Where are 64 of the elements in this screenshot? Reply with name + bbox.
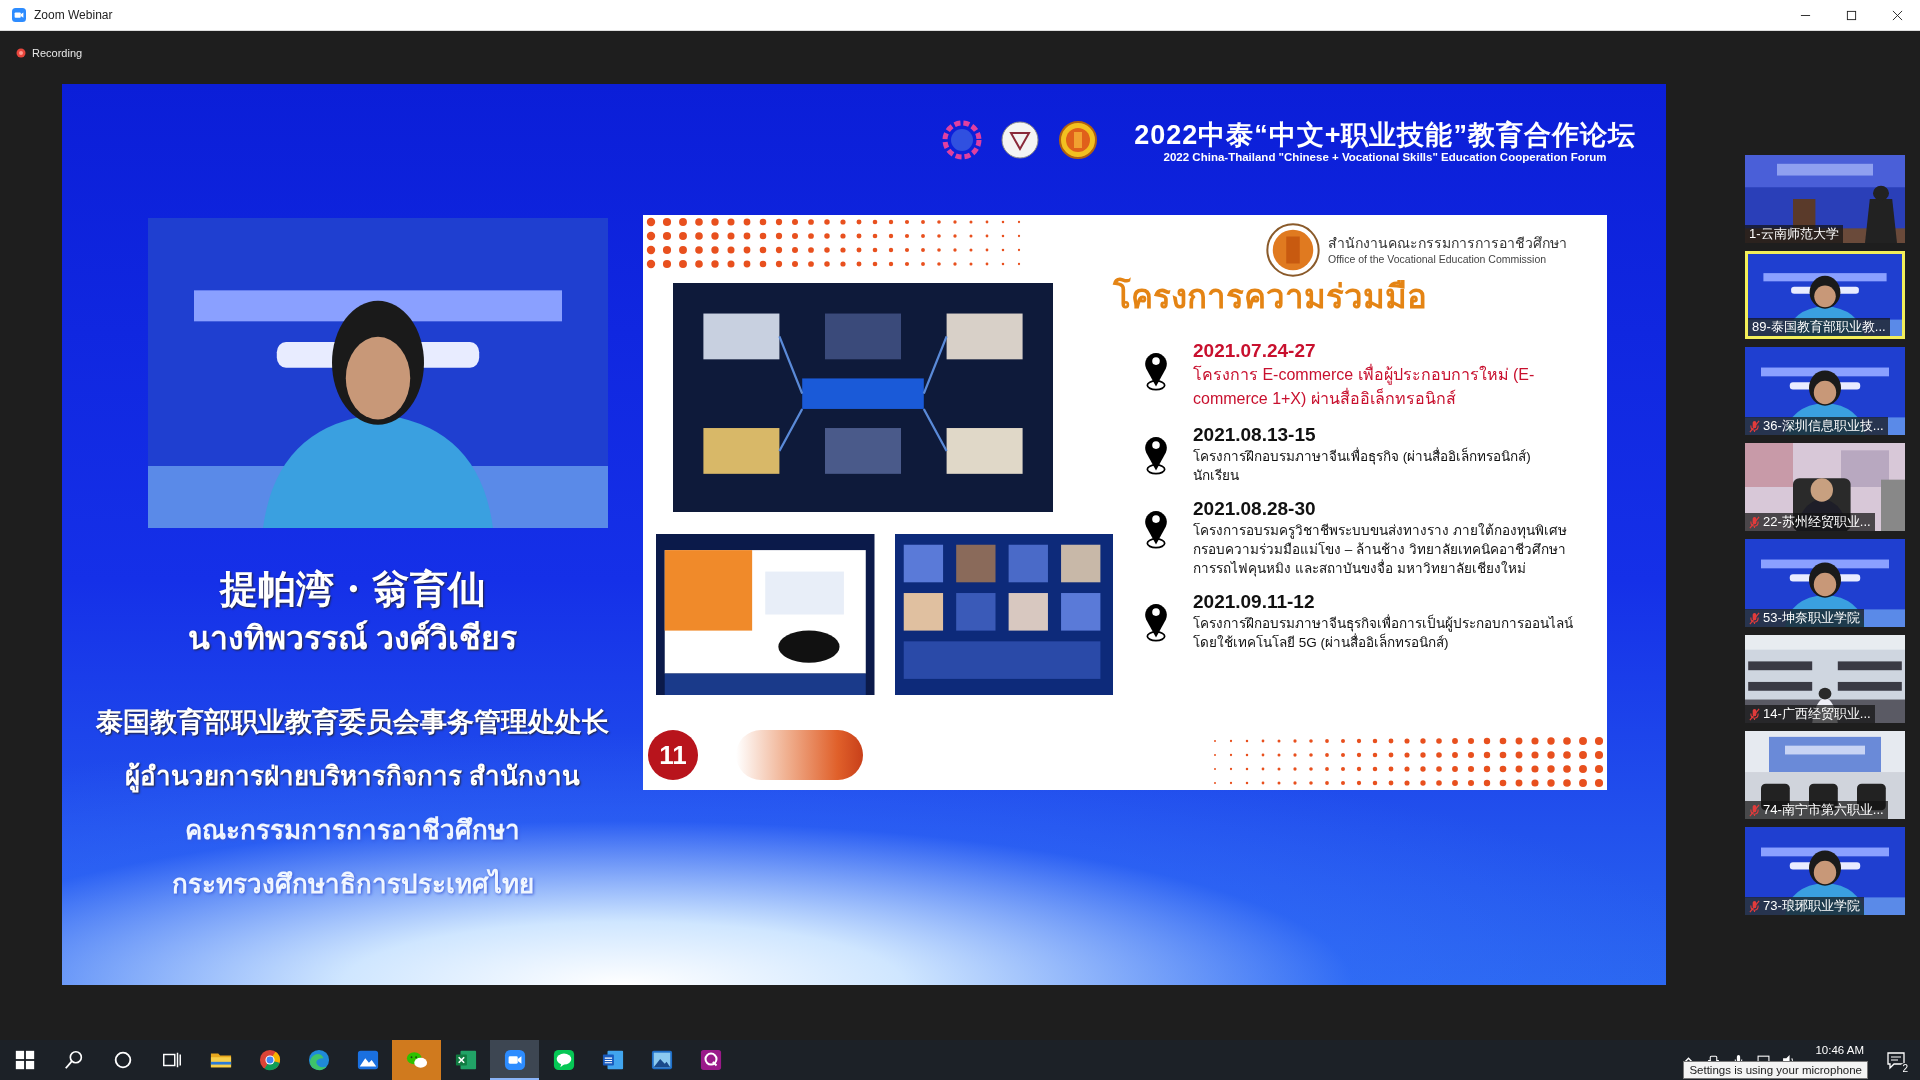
participant-name: 1-云南师范大学 (1749, 226, 1839, 242)
ring-logo (942, 120, 983, 160)
participant-name: 73-琅琊职业学院 (1763, 898, 1860, 914)
event-description: โครงการอบรมครูวิชาชีพระบบขนส่งทางราง ภายใต้กองทุนพิเศษ กรอบความร่วมมือแม่โขง – ล้านช้าง วิทยาลัยเทคนิคอาชีวศึกษาการรถไฟคุนหมิง และสถาบันขงจื่อ มหาวิทยาลัยเชียงใหม่ (1193, 522, 1568, 578)
edge-icon (307, 1049, 330, 1071)
office-name: Office of the Vocational Education Commission (1328, 252, 1548, 266)
chat-bubbles-icon (405, 1049, 428, 1071)
recording-label: Recording (32, 46, 83, 59)
taskbar-button[interactable] (490, 1040, 539, 1080)
chat-bubble-icon (552, 1049, 575, 1071)
participant-video[interactable]: 1-云南师范大学 (1745, 155, 1905, 243)
event-description: โครงการ E-commerce เพื่อผู้ประกอบการใหม่ (E-commerce 1+X) ผ่านสื่ออิเล็กทรอนิกส์ (1193, 363, 1536, 409)
speaker-title: กระทรวงศึกษาธิการประเทศไทย (171, 867, 534, 901)
participant-name: 14-广西经贸职业... (1763, 706, 1871, 722)
forum-subtitle: 2022 China-Thailand "Chinese + Vocational Skills" Education Cooperation Forum (1163, 150, 1607, 164)
search-icon (62, 1049, 85, 1071)
notifications-button[interactable]: 2 (1876, 1040, 1916, 1080)
speaker-name: นางทิพวรรณ์ วงศ์วิเชียร (187, 619, 518, 658)
maximize-icon (1845, 9, 1857, 21)
clock-time: 10:46 AM (1815, 1044, 1864, 1056)
participant-video[interactable]: 22-苏州经贸职业... (1745, 443, 1905, 531)
video-camera-icon (12, 8, 26, 22)
video-camera-icon (503, 1049, 526, 1071)
close-icon (1891, 9, 1903, 21)
spreadsheet-icon (454, 1049, 477, 1071)
speaker-title: 泰国教育部职业教育委员会事务管理处处长 (96, 705, 609, 739)
participant-video[interactable]: 74-南宁市第六职业... (1745, 731, 1905, 819)
speaker-title: ผู้อำนวยการฝ่ายบริหารกิจการ สำนักงาน (124, 760, 581, 795)
notification-count: 2 (1900, 1063, 1910, 1074)
speaker-name: 提帕湾・翁育仙 (219, 566, 486, 612)
seal-emblem-logo (1058, 120, 1099, 160)
participant-video[interactable]: 89-泰国教育部职业教... (1745, 251, 1905, 339)
participant-video[interactable]: 14-广西经贸职业... (1745, 635, 1905, 723)
participant-video[interactable]: 53-坤奈职业学院 (1745, 539, 1905, 627)
seal-emblem-logo (1266, 223, 1320, 277)
speaker-title: คณะกรรมการการอาชีวศึกษา (185, 814, 520, 847)
event-date: 2021.09.11-12 (1193, 590, 1316, 614)
tooltip: Settings is using your microphone (1683, 1061, 1868, 1079)
document-icon (601, 1049, 624, 1071)
participant-name: 53-坤奈职业学院 (1763, 610, 1860, 626)
participant-name: 22-苏州经贸职业... (1763, 514, 1871, 530)
participant-name: 36-深圳信息职业技... (1763, 418, 1884, 434)
event-date: 2021.07.24-27 (1193, 339, 1317, 363)
forum-title: 2022中泰“中文+职业技能”教育合作论坛 (1134, 120, 1636, 150)
windows-start-icon (13, 1049, 36, 1071)
participant-video[interactable]: 73-琅琊职业学院 (1745, 827, 1905, 915)
window-title: Zoom Webinar (34, 8, 113, 22)
event-description: โครงการฝึกอบรมภาษาจีนเพื่อธุรกิจ (ผ่านสื่ออิเล็กทรอนิกส์) นักเรียน (1193, 447, 1532, 485)
triangle-emblem-logo (1000, 120, 1041, 160)
participant-video[interactable]: 36-深圳信息职业技... (1745, 347, 1905, 435)
participant-name: 89-泰国教育部职业教... (1752, 319, 1886, 335)
recording-dot-icon (16, 47, 26, 58)
event-date: 2021.08.28-30 (1193, 497, 1317, 521)
slide-heading: โครงการความร่วมมือ (1113, 277, 1428, 317)
chrome-icon (258, 1049, 281, 1071)
participant-name: 74-南宁市第六职业... (1763, 802, 1884, 818)
message-icon (1886, 1050, 1906, 1070)
swirl-icon (699, 1049, 722, 1071)
mountain-icon (356, 1049, 379, 1071)
office-name: สำนักงานคณะกรรมการการอาชีวศึกษา (1328, 234, 1567, 252)
event-date: 2021.08.13-15 (1193, 423, 1317, 447)
event-description: โครงการฝึกอบรมภาษาจีนธุรกิจเพื่อการเป็นผู้ประกอบการออนไลน์ โดยใช้เทคโนโลยี 5G (ผ่านสื่ออิเล็กทรอนิกส์) (1193, 614, 1573, 652)
page-number: 11 (648, 730, 698, 780)
landscape-icon (650, 1049, 673, 1071)
